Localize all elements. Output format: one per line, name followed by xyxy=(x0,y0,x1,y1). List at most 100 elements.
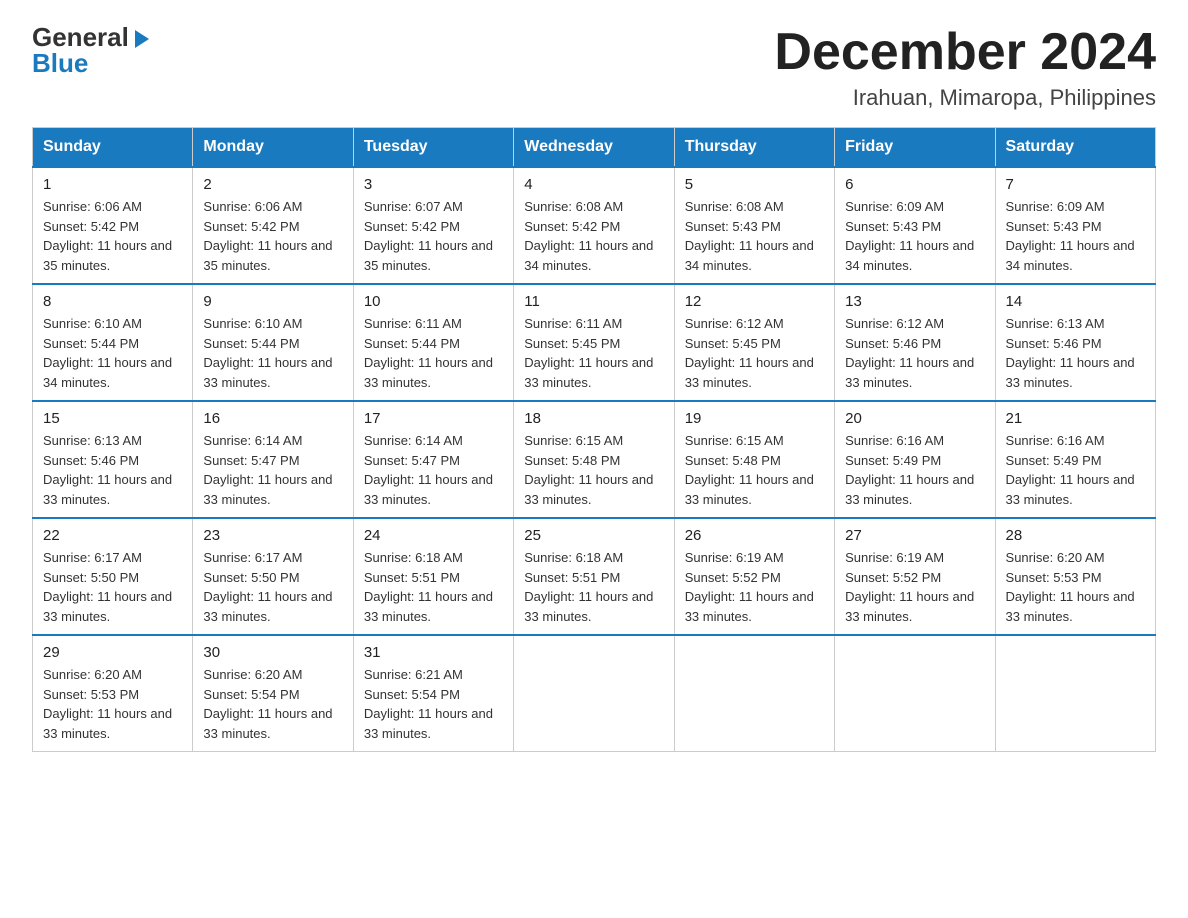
table-row xyxy=(835,635,995,752)
day-info: Sunrise: 6:11 AMSunset: 5:44 PMDaylight:… xyxy=(364,314,503,392)
table-row: 27 Sunrise: 6:19 AMSunset: 5:52 PMDayligh… xyxy=(835,518,995,635)
day-info: Sunrise: 6:16 AMSunset: 5:49 PMDaylight:… xyxy=(1006,431,1145,509)
day-info: Sunrise: 6:16 AMSunset: 5:49 PMDaylight:… xyxy=(845,431,984,509)
day-info: Sunrise: 6:13 AMSunset: 5:46 PMDaylight:… xyxy=(1006,314,1145,392)
table-row: 10 Sunrise: 6:11 AMSunset: 5:44 PMDayligh… xyxy=(353,284,513,401)
day-info: Sunrise: 6:20 AMSunset: 5:54 PMDaylight:… xyxy=(203,665,342,743)
day-number: 19 xyxy=(685,410,824,427)
day-info: Sunrise: 6:14 AMSunset: 5:47 PMDaylight:… xyxy=(364,431,503,509)
day-number: 4 xyxy=(524,176,663,193)
title-block: December 2024 Irahuan, Mimaropa, Philipp… xyxy=(774,24,1156,111)
table-row xyxy=(674,635,834,752)
day-info: Sunrise: 6:07 AMSunset: 5:42 PMDaylight:… xyxy=(364,197,503,275)
table-row: 23 Sunrise: 6:17 AMSunset: 5:50 PMDayligh… xyxy=(193,518,353,635)
table-row: 1Sunrise: 6:06 AMSunset: 5:42 PMDaylight… xyxy=(33,167,193,284)
day-info: Sunrise: 6:08 AMSunset: 5:43 PMDaylight:… xyxy=(685,197,824,275)
day-info: Sunrise: 6:19 AMSunset: 5:52 PMDaylight:… xyxy=(685,548,824,626)
table-row xyxy=(514,635,674,752)
col-thursday: Thursday xyxy=(674,128,834,168)
day-info: Sunrise: 6:14 AMSunset: 5:47 PMDaylight:… xyxy=(203,431,342,509)
table-row: 8Sunrise: 6:10 AMSunset: 5:44 PMDaylight… xyxy=(33,284,193,401)
table-row: 5 Sunrise: 6:08 AMSunset: 5:43 PMDaylight… xyxy=(674,167,834,284)
day-number: 6 xyxy=(845,176,984,193)
day-number: 13 xyxy=(845,293,984,310)
calendar-week-row: 8 Sunrise: 6:10 AMSunset: 5:44 PMDaylight… xyxy=(33,284,1156,401)
day-info: Sunrise: 6:08 AMSunset: 5:42 PMDaylight:… xyxy=(524,197,663,275)
day-number: 7 xyxy=(1006,176,1145,193)
day-info: Sunrise: 6:11 AMSunset: 5:45 PMDaylight:… xyxy=(524,314,663,392)
day-number: 3 xyxy=(364,176,503,193)
day-number: 9 xyxy=(203,293,342,310)
day-info: Sunrise: 6:13 AMSunset: 5:46 PMDaylight:… xyxy=(43,431,182,509)
day-info: Sunrise: 6:10 AMSunset: 5:44 PMDaylight:… xyxy=(203,314,342,392)
calendar-table: Sunday Monday Tuesday Wednesday Thursday… xyxy=(32,127,1156,752)
day-info: Sunrise: 6:17 AMSunset: 5:50 PMDaylight:… xyxy=(203,548,342,626)
calendar-week-row: 15 Sunrise: 6:13 AMSunset: 5:46 PMDayligh… xyxy=(33,401,1156,518)
day-number: 2 xyxy=(203,176,342,193)
day-number: 22 xyxy=(43,527,182,544)
day-number: 18 xyxy=(524,410,663,427)
day-number: 11 xyxy=(524,293,663,310)
day-info: Sunrise: 6:18 AMSunset: 5:51 PMDaylight:… xyxy=(524,548,663,626)
table-row: 15 Sunrise: 6:13 AMSunset: 5:46 PMDayligh… xyxy=(33,401,193,518)
calendar-week-row: 29 Sunrise: 6:20 AMSunset: 5:53 PMDayligh… xyxy=(33,635,1156,752)
logo-general-text: General xyxy=(32,24,149,50)
day-number: 16 xyxy=(203,410,342,427)
day-number: 26 xyxy=(685,527,824,544)
day-info: Sunrise: 6:09 AMSunset: 5:43 PMDaylight:… xyxy=(845,197,984,275)
day-number: 12 xyxy=(685,293,824,310)
table-row: 21 Sunrise: 6:16 AMSunset: 5:49 PMDayligh… xyxy=(995,401,1155,518)
day-number: 14 xyxy=(1006,293,1145,310)
day-info: Sunrise: 6:18 AMSunset: 5:51 PMDaylight:… xyxy=(364,548,503,626)
day-info: Sunrise: 6:20 AMSunset: 5:53 PMDaylight:… xyxy=(1006,548,1145,626)
table-row: 9 Sunrise: 6:10 AMSunset: 5:44 PMDaylight… xyxy=(193,284,353,401)
table-row: 31Sunrise: 6:21 AMSunset: 5:54 PMDayligh… xyxy=(353,635,513,752)
day-number: 5 xyxy=(685,176,824,193)
logo: General Blue xyxy=(32,24,149,76)
table-row: 24Sunrise: 6:18 AMSunset: 5:51 PMDayligh… xyxy=(353,518,513,635)
table-row: 14 Sunrise: 6:13 AMSunset: 5:46 PMDayligh… xyxy=(995,284,1155,401)
day-number: 10 xyxy=(364,293,503,310)
day-info: Sunrise: 6:12 AMSunset: 5:46 PMDaylight:… xyxy=(845,314,984,392)
day-number: 1 xyxy=(43,176,182,193)
table-row: 18Sunrise: 6:15 AMSunset: 5:48 PMDayligh… xyxy=(514,401,674,518)
day-number: 20 xyxy=(845,410,984,427)
location-text: Irahuan, Mimaropa, Philippines xyxy=(774,85,1156,111)
col-saturday: Saturday xyxy=(995,128,1155,168)
table-row: 17 Sunrise: 6:14 AMSunset: 5:47 PMDayligh… xyxy=(353,401,513,518)
table-row: 29 Sunrise: 6:20 AMSunset: 5:53 PMDayligh… xyxy=(33,635,193,752)
day-number: 15 xyxy=(43,410,182,427)
table-row: 6 Sunrise: 6:09 AMSunset: 5:43 PMDaylight… xyxy=(835,167,995,284)
table-row: 11 Sunrise: 6:11 AMSunset: 5:45 PMDayligh… xyxy=(514,284,674,401)
day-number: 8 xyxy=(43,293,182,310)
day-number: 27 xyxy=(845,527,984,544)
calendar-week-row: 22 Sunrise: 6:17 AMSunset: 5:50 PMDayligh… xyxy=(33,518,1156,635)
table-row: 22Sunrise: 6:17 AMSunset: 5:50 PMDayligh… xyxy=(33,518,193,635)
day-info: Sunrise: 6:09 AMSunset: 5:43 PMDaylight:… xyxy=(1006,197,1145,275)
day-number: 21 xyxy=(1006,410,1145,427)
day-info: Sunrise: 6:19 AMSunset: 5:52 PMDaylight:… xyxy=(845,548,984,626)
col-friday: Friday xyxy=(835,128,995,168)
table-row: 12Sunrise: 6:12 AMSunset: 5:45 PMDayligh… xyxy=(674,284,834,401)
day-info: Sunrise: 6:20 AMSunset: 5:53 PMDaylight:… xyxy=(43,665,182,743)
day-info: Sunrise: 6:06 AMSunset: 5:42 PMDaylight:… xyxy=(203,197,342,275)
table-row xyxy=(995,635,1155,752)
table-row: 26 Sunrise: 6:19 AMSunset: 5:52 PMDayligh… xyxy=(674,518,834,635)
col-sunday: Sunday xyxy=(33,128,193,168)
day-number: 25 xyxy=(524,527,663,544)
table-row: 30Sunrise: 6:20 AMSunset: 5:54 PMDayligh… xyxy=(193,635,353,752)
day-number: 17 xyxy=(364,410,503,427)
table-row: 4 Sunrise: 6:08 AMSunset: 5:42 PMDaylight… xyxy=(514,167,674,284)
table-row: 16 Sunrise: 6:14 AMSunset: 5:47 PMDayligh… xyxy=(193,401,353,518)
col-tuesday: Tuesday xyxy=(353,128,513,168)
day-number: 31 xyxy=(364,644,503,661)
page-header: General Blue December 2024 Irahuan, Mima… xyxy=(32,24,1156,111)
table-row: 25 Sunrise: 6:18 AMSunset: 5:51 PMDayligh… xyxy=(514,518,674,635)
day-number: 28 xyxy=(1006,527,1145,544)
logo-blue-text: Blue xyxy=(32,50,149,76)
month-title: December 2024 xyxy=(774,24,1156,81)
table-row: 13 Sunrise: 6:12 AMSunset: 5:46 PMDayligh… xyxy=(835,284,995,401)
day-number: 23 xyxy=(203,527,342,544)
calendar-header-row: Sunday Monday Tuesday Wednesday Thursday… xyxy=(33,128,1156,168)
day-number: 29 xyxy=(43,644,182,661)
